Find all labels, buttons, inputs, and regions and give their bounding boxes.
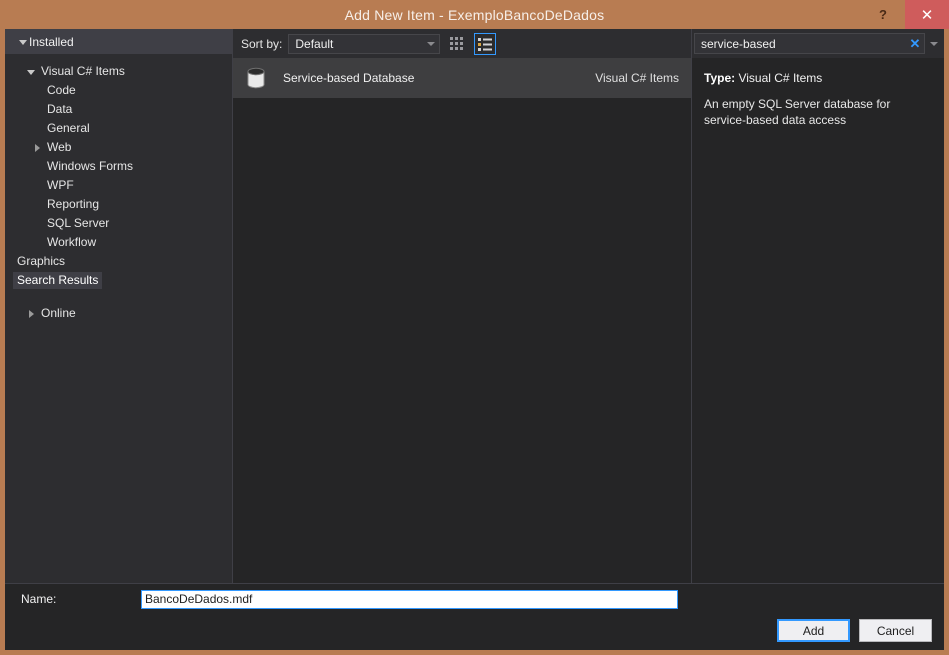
details-pane: service-based ✕ Type: Visual C# Items An… xyxy=(692,29,944,583)
detail-type-value: Visual C# Items xyxy=(738,71,823,85)
clear-search-icon[interactable]: ✕ xyxy=(906,36,924,52)
sort-by-label: Sort by: xyxy=(241,36,283,51)
tree-item-label: SQL Server xyxy=(47,216,110,230)
chevron-down-icon xyxy=(17,39,29,45)
installed-header[interactable]: Installed xyxy=(5,29,232,54)
panes-container: Installed Visual C# Items Code Data General… xyxy=(5,29,944,583)
tree-item-label: Workflow xyxy=(47,235,97,249)
list-toolbar: Sort by: Default xyxy=(233,29,691,58)
chevron-right-icon[interactable] xyxy=(31,143,43,152)
tile-view-icon[interactable] xyxy=(446,33,468,55)
chevron-down-icon[interactable] xyxy=(25,69,37,75)
tree-item-label: Visual C# Items xyxy=(41,64,125,78)
template-details: Type: Visual C# Items An empty SQL Serve… xyxy=(692,58,944,128)
window-controls: ? ✕ xyxy=(861,0,949,29)
dialog-body: Installed Visual C# Items Code Data General… xyxy=(5,29,944,650)
sort-by-select[interactable]: Default xyxy=(288,33,441,54)
tree-item-label: Graphics xyxy=(17,254,66,268)
template-item[interactable]: Service-based Database Visual C# Items xyxy=(233,58,691,98)
chevron-right-icon[interactable] xyxy=(25,309,37,318)
help-button[interactable]: ? xyxy=(861,0,905,29)
tree-item-search-results[interactable]: Search Results xyxy=(5,271,232,290)
tree-item-general[interactable]: General xyxy=(5,119,232,138)
tree-item-graphics[interactable]: Graphics xyxy=(5,252,232,271)
tree-item-label: General xyxy=(47,121,90,135)
tree-item-workflow[interactable]: Workflow xyxy=(5,233,232,252)
tree-item-code[interactable]: Code xyxy=(5,81,232,100)
tree-item-label: Data xyxy=(47,102,73,116)
template-category-tree: Visual C# Items Code Data General Web Windows… xyxy=(5,54,232,290)
tree-item-label: Reporting xyxy=(47,197,100,211)
search-dropdown-icon[interactable] xyxy=(927,41,941,46)
tree-item-online[interactable]: Online xyxy=(5,304,232,323)
detail-type-label: Type: xyxy=(704,71,736,85)
name-input[interactable]: BancoDeDados.mdf xyxy=(141,589,678,609)
detail-description: An empty SQL Server database for service… xyxy=(704,97,891,127)
add-new-item-dialog: Add New Item - ExemploBancoDeDados ? ✕ I… xyxy=(0,0,949,655)
cancel-button[interactable]: Cancel xyxy=(859,619,932,642)
tree-item-label: Search Results xyxy=(13,272,103,289)
tree-item-label: Online xyxy=(41,306,76,320)
search-input-value: service-based xyxy=(701,36,776,51)
window-title: Add New Item - ExemploBancoDeDados xyxy=(344,6,605,23)
tree-item-label: Code xyxy=(47,83,76,97)
name-row: Name: BancoDeDados.mdf xyxy=(5,584,944,614)
chevron-down-icon xyxy=(423,41,439,46)
template-item-source: Visual C# Items xyxy=(595,71,679,85)
list-view-icon[interactable] xyxy=(474,32,497,55)
tree-item-label: Web xyxy=(47,140,72,154)
tree-item-sql-server[interactable]: SQL Server xyxy=(5,214,232,233)
search-row: service-based ✕ xyxy=(692,29,944,58)
close-button[interactable]: ✕ xyxy=(905,0,949,29)
name-label: Name: xyxy=(21,592,57,606)
tree-item-label: WPF xyxy=(47,178,74,192)
add-button[interactable]: Add xyxy=(777,619,850,642)
sort-by-value: Default xyxy=(295,36,334,51)
tree-item-data[interactable]: Data xyxy=(5,100,232,119)
tree-item-web[interactable]: Web xyxy=(5,138,232,157)
title-bar: Add New Item - ExemploBancoDeDados ? ✕ xyxy=(5,0,949,29)
dialog-buttons: Add Cancel xyxy=(768,619,932,642)
tree-item-visual-c-items[interactable]: Visual C# Items xyxy=(5,62,232,81)
installed-header-label: Installed xyxy=(29,34,74,49)
tree-item-reporting[interactable]: Reporting xyxy=(5,195,232,214)
tree-item-label: Windows Forms xyxy=(47,159,134,173)
tree-item-wpf[interactable]: WPF xyxy=(5,176,232,195)
templates-list-pane: Sort by: Default Service-based Database … xyxy=(233,29,692,583)
online-section: Online xyxy=(5,290,232,323)
templates-tree-pane: Installed Visual C# Items Code Data General… xyxy=(5,29,233,583)
template-item-name: Service-based Database xyxy=(283,71,415,85)
detail-type-row: Type: Visual C# Items xyxy=(704,70,932,86)
template-items-list[interactable]: Service-based Database Visual C# Items xyxy=(233,58,691,583)
database-icon xyxy=(239,64,273,92)
dialog-footer: Name: BancoDeDados.mdf Add Cancel xyxy=(5,583,944,650)
search-input[interactable]: service-based ✕ xyxy=(694,33,925,54)
tree-item-windows-forms[interactable]: Windows Forms xyxy=(5,157,232,176)
